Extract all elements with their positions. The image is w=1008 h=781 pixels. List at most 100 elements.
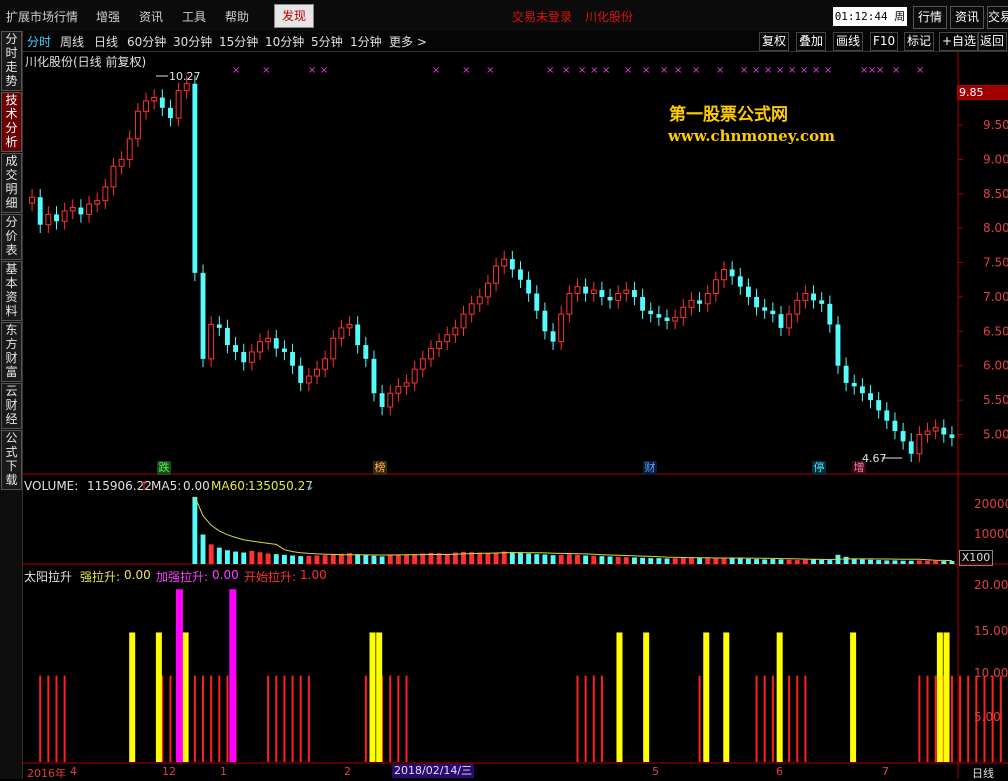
candle-body-up	[95, 201, 100, 204]
candle-body-up	[315, 369, 320, 376]
overlay-button[interactable]: 叠加	[796, 32, 826, 51]
candle-body-up	[485, 283, 490, 297]
trade-status[interactable]: 交易未登录	[512, 8, 572, 25]
side-tab-formula-download[interactable]: 公式下载	[1, 430, 22, 490]
menu-tools[interactable]: 工具	[182, 8, 206, 25]
volume-bar	[583, 555, 588, 564]
candle-body-down	[290, 352, 295, 366]
side-tab-profile[interactable]: 基本资料	[1, 261, 22, 321]
candle-body-down	[518, 269, 523, 279]
period-30min[interactable]: 30分钟	[173, 33, 212, 50]
signal-start-bar	[764, 676, 766, 762]
adjust-button[interactable]: 复权	[759, 32, 789, 51]
candle-body-down	[754, 297, 759, 307]
candle-body-up	[70, 208, 75, 211]
side-tab-price-table[interactable]: 分价表	[1, 214, 22, 260]
candle-body-down	[551, 331, 556, 341]
price-tick-label: 5.50	[983, 393, 1008, 407]
candle-body-down	[599, 290, 604, 297]
start-pull-value: 1.00	[300, 568, 327, 582]
quote-button[interactable]: 行情	[913, 6, 947, 29]
event-marker-ranking[interactable]: 榜	[373, 461, 387, 475]
candle-body-up	[616, 294, 621, 301]
menu-news[interactable]: 资讯	[139, 8, 163, 25]
side-tab-cloud-finance[interactable]: 云财经	[1, 383, 22, 429]
period-intraday[interactable]: 分时	[27, 33, 51, 50]
side-tab-intraday[interactable]: 分时走势	[1, 31, 22, 91]
period-15min[interactable]: 15分钟	[219, 33, 258, 50]
candle-body-up	[567, 294, 572, 315]
candle-body-up	[323, 359, 328, 369]
candle-body-down	[282, 349, 287, 352]
volume-bar	[494, 553, 499, 564]
candle-body-down	[192, 84, 197, 273]
volume-bar	[339, 554, 344, 564]
date-axis-month-4: 4	[70, 765, 77, 778]
add-watchlist-button[interactable]: +自选	[939, 32, 979, 51]
menu-enhance[interactable]: 增强	[96, 8, 120, 25]
candle-body-up	[917, 434, 922, 453]
candle-body-down	[909, 441, 914, 453]
volume-bar	[884, 560, 889, 564]
date-axis-month-2: 2	[344, 765, 351, 778]
clock: 01:12:44 周二	[833, 7, 907, 26]
discover-button[interactable]: 发现	[274, 4, 314, 28]
period-10min[interactable]: 10分钟	[265, 33, 304, 50]
event-marker-suspend[interactable]: 停	[812, 461, 826, 475]
signal-x-marker: ×	[320, 65, 328, 76]
stock-name-link[interactable]: 川化股份	[585, 8, 633, 25]
menu-extended-market[interactable]: 扩展市场行情	[6, 8, 78, 25]
signal-x-marker: ×	[262, 65, 270, 76]
period-5min[interactable]: 5分钟	[311, 33, 343, 50]
volume-bar	[746, 559, 751, 564]
period-60min[interactable]: 60分钟	[127, 33, 166, 50]
candle-body-down	[54, 214, 59, 221]
strong-pull-bar	[777, 632, 783, 762]
side-tab-eastmoney[interactable]: 东方财富	[1, 322, 22, 382]
candle-body-up	[722, 269, 727, 279]
price-tick-label: 6.00	[983, 359, 1008, 373]
candle-body-down	[38, 197, 43, 225]
kline-chart-area[interactable]: 5.005.506.006.507.007.508.008.509.009.50…	[22, 52, 1008, 779]
candle-body-up	[62, 211, 67, 221]
back-button[interactable]: 返回	[977, 32, 1007, 51]
volume-bar	[616, 557, 621, 564]
volume-bar	[233, 552, 238, 564]
axis-ticks-layer: 5.005.506.006.507.007.508.008.509.009.50	[958, 118, 1008, 441]
indicator-tick-15: 15.00	[974, 624, 1008, 638]
volume-bar	[266, 554, 271, 564]
ma60-label: MA60:	[211, 479, 249, 493]
draw-line-button[interactable]: 画线	[833, 32, 863, 51]
signal-x-marker: ×	[486, 65, 494, 76]
news-button[interactable]: 资讯	[950, 6, 984, 29]
candle-body-up	[331, 338, 336, 359]
volume-bar	[868, 560, 873, 564]
candle-body-down	[363, 345, 368, 359]
event-marker-drop[interactable]: 跌	[157, 461, 171, 475]
f10-button[interactable]: F10	[870, 32, 898, 51]
event-marker-finance[interactable]: 财	[643, 461, 657, 475]
period-daily[interactable]: 日线	[94, 33, 118, 50]
price-tick-label: 6.50	[983, 324, 1008, 338]
side-tab-technical[interactable]: 技术分析	[1, 92, 22, 152]
signal-start-bar	[756, 676, 758, 762]
signal-x-marker: ×	[788, 65, 796, 76]
signal-start-bar	[397, 676, 399, 762]
date-axis-cursor-date: 2018/02/14/三	[392, 764, 474, 778]
candle-body-up	[787, 314, 792, 328]
event-marker-increase[interactable]: 增	[852, 461, 866, 475]
signal-start-bar	[218, 676, 220, 762]
period-1min[interactable]: 1分钟	[350, 33, 382, 50]
volume-bar	[355, 554, 360, 564]
volume-bar	[656, 558, 661, 564]
trade-button[interactable]: 交易	[987, 6, 1008, 29]
volume-bar	[673, 558, 678, 564]
candle-body-down	[510, 259, 515, 269]
menu-help[interactable]: 帮助	[225, 8, 249, 25]
period-weekly[interactable]: 周线	[60, 33, 84, 50]
mark-button[interactable]: 标记	[904, 32, 934, 51]
volume-bar	[665, 558, 670, 564]
period-more[interactable]: 更多 >	[389, 33, 427, 50]
side-tab-trades[interactable]: 成交明细	[1, 153, 22, 213]
ma60-down-arrow-icon: ↓	[305, 479, 315, 493]
